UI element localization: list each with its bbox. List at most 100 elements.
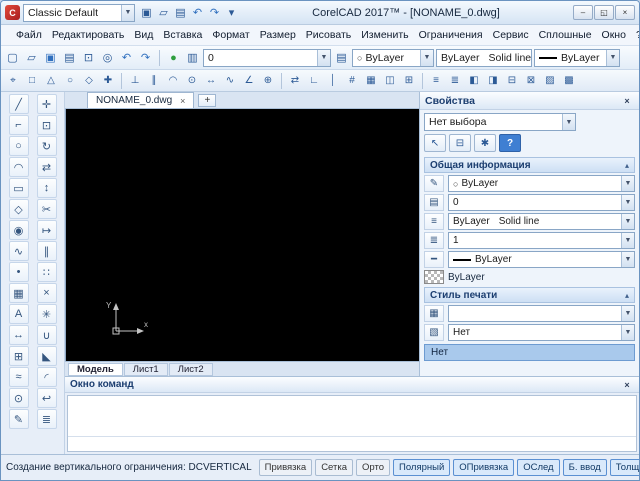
center-snap-icon[interactable]: ○ [61, 72, 79, 89]
close-tab-icon[interactable]: × [180, 96, 185, 106]
tangent-snap-icon[interactable]: ◠ [164, 72, 182, 89]
menu-modify[interactable]: Изменить [356, 27, 413, 44]
polygon-tool-icon[interactable]: ◇ [8, 199, 29, 219]
ortho-mode-icon[interactable]: │ [324, 72, 342, 89]
customize-icon[interactable]: ✱ [474, 134, 496, 152]
line-style-select[interactable]: ByLayer Solid line ▼ [436, 48, 532, 67]
offset-tool-icon[interactable]: ∥ [36, 241, 57, 261]
lock-layer-icon[interactable]: ⊠ [522, 72, 540, 89]
perpendicular-snap-icon[interactable]: ⊥ [126, 72, 144, 89]
menu-tools[interactable]: Сервис [488, 27, 534, 44]
close-panel-icon[interactable]: × [620, 94, 634, 107]
print-style-selected-item[interactable]: Нет [424, 344, 635, 361]
copy-tool-icon[interactable]: ⊡ [36, 115, 57, 135]
menu-draw[interactable]: Рисовать [301, 27, 356, 44]
gravity-center-snap-icon[interactable]: ⊕ [259, 72, 277, 89]
snap-toggle-button[interactable]: Привязка [258, 459, 313, 476]
prop-color-select[interactable]: ○ ByLayer ▼ [448, 175, 635, 192]
menu-solids[interactable]: Сплошные [534, 27, 597, 44]
lineweight-toggle-button[interactable]: ТолщинаЛ [609, 459, 639, 476]
menu-file[interactable]: Файл [11, 27, 47, 44]
freeze-layer-icon[interactable]: ⊟ [503, 72, 521, 89]
text-tool-icon[interactable]: A [8, 304, 29, 324]
node-snap-icon[interactable]: ◇ [80, 72, 98, 89]
menu-help[interactable]: ? [631, 27, 639, 44]
point-tool-icon[interactable]: • [8, 262, 29, 282]
layer-isolate-icon[interactable]: ◨ [484, 72, 502, 89]
rotate-tool-icon[interactable]: ↻ [36, 136, 57, 156]
help-icon[interactable]: ? [499, 134, 521, 152]
nearest-snap-icon[interactable]: ∿ [221, 72, 239, 89]
drawing-canvas[interactable]: Y x [65, 109, 419, 361]
layer-states-icon[interactable]: ▥ [184, 49, 201, 66]
snap-mode-icon[interactable]: ▦ [362, 72, 380, 89]
zoom-icon[interactable]: ◎ [99, 49, 116, 66]
print-style-table-select[interactable]: Нет ▼ [448, 324, 635, 341]
select-entities-icon[interactable]: ↖ [424, 134, 446, 152]
redo-icon[interactable]: ↷ [137, 49, 154, 66]
quick-access-menu-icon[interactable]: ▾ [223, 4, 240, 21]
selection-select[interactable]: Нет выбора ▼ [424, 113, 576, 131]
move-tool-icon[interactable]: ✛ [36, 94, 57, 114]
pattern-tool-icon[interactable]: ∷ [36, 262, 57, 282]
save-icon[interactable]: ▣ [138, 4, 155, 21]
table-tool-icon[interactable]: ⊞ [8, 346, 29, 366]
polyline-tool-icon[interactable]: ⌐ [8, 115, 29, 135]
menu-view[interactable]: Вид [129, 27, 158, 44]
tab-sheet1[interactable]: Лист1 [123, 362, 168, 376]
mirror-tool-icon[interactable]: ⇄ [36, 157, 57, 177]
entity-color-icon[interactable]: ▨ [541, 72, 559, 89]
grid-display-icon[interactable]: # [343, 72, 361, 89]
delete-tool-icon[interactable]: × [36, 283, 57, 303]
revision-cloud-tool-icon[interactable]: ≈ [8, 367, 29, 387]
prop-linestyle-select[interactable]: ByLayer Solid line ▼ [448, 213, 635, 230]
endpoint-snap-icon[interactable]: □ [23, 72, 41, 89]
etrack-toggle-button[interactable]: ОСлед [517, 459, 560, 476]
menu-window[interactable]: Окно [597, 27, 631, 44]
menu-edit[interactable]: Редактировать [47, 27, 130, 44]
make-layer-current-icon[interactable]: ● [165, 49, 182, 66]
dimension-tool-icon[interactable]: ↔ [8, 325, 29, 345]
layer-preview-icon[interactable]: ◧ [465, 72, 483, 89]
print-style-select[interactable]: ▼ [448, 305, 635, 322]
new-document-tab-button[interactable]: + [198, 94, 217, 107]
parallel-snap-icon[interactable]: ∥ [145, 72, 163, 89]
close-button[interactable]: × [615, 5, 635, 20]
esnap-settings-icon[interactable]: ⌖ [4, 72, 22, 89]
transparency-swatch-icon[interactable] [424, 270, 444, 284]
sketch-tool-icon[interactable]: ✎ [8, 409, 29, 429]
prop-lineweight-select[interactable]: ByLayer ▼ [448, 251, 635, 268]
arc-tool-icon[interactable]: ◠ [8, 157, 29, 177]
quadrant-snap-icon[interactable]: ⊙ [183, 72, 201, 89]
ortho-toggle-button[interactable]: Орто [356, 459, 391, 476]
trim-tool-icon[interactable]: ✂ [36, 199, 57, 219]
open-file-icon[interactable]: ▱ [23, 49, 40, 66]
esnap-toggle-button[interactable]: ОПривязка [453, 459, 515, 476]
menu-insert[interactable]: Вставка [158, 27, 207, 44]
explode-tool-icon[interactable]: ✳ [36, 304, 57, 324]
dynamic-input-toggle-button[interactable]: Б. ввод [562, 459, 607, 476]
angle-snap-icon[interactable]: ∠ [240, 72, 258, 89]
line-weight-select[interactable]: ByLayer ▼ [534, 48, 620, 67]
document-tab[interactable]: NONAME_0.dwg × [87, 92, 195, 108]
properties-tool-icon[interactable]: ≣ [36, 409, 57, 429]
scale-tool-icon[interactable]: ↕ [36, 178, 57, 198]
menu-dimension[interactable]: Размер [255, 27, 301, 44]
chamfer-tool-icon[interactable]: ◣ [36, 346, 57, 366]
save-icon[interactable]: ▣ [42, 49, 59, 66]
print-icon[interactable]: ▤ [172, 4, 189, 21]
properties-painter-icon[interactable]: ≡ [427, 72, 445, 89]
midpoint-snap-icon[interactable]: △ [42, 72, 60, 89]
tab-model[interactable]: Модель [68, 362, 123, 376]
command-history[interactable] [68, 396, 636, 436]
line-tool-icon[interactable]: ╱ [8, 94, 29, 114]
close-panel-icon[interactable]: × [620, 378, 634, 391]
spline-tool-icon[interactable]: ∿ [8, 241, 29, 261]
weld-tool-icon[interactable]: ∪ [36, 325, 57, 345]
undo-icon[interactable]: ↶ [118, 49, 135, 66]
polar-toggle-button[interactable]: Полярный [393, 459, 451, 476]
undo-icon[interactable]: ↶ [189, 4, 206, 21]
rectangle-tool-icon[interactable]: ▭ [8, 178, 29, 198]
print-style-section-header[interactable]: Стиль печати ▴ [424, 287, 635, 303]
quick-select-icon[interactable]: ⊟ [449, 134, 471, 152]
